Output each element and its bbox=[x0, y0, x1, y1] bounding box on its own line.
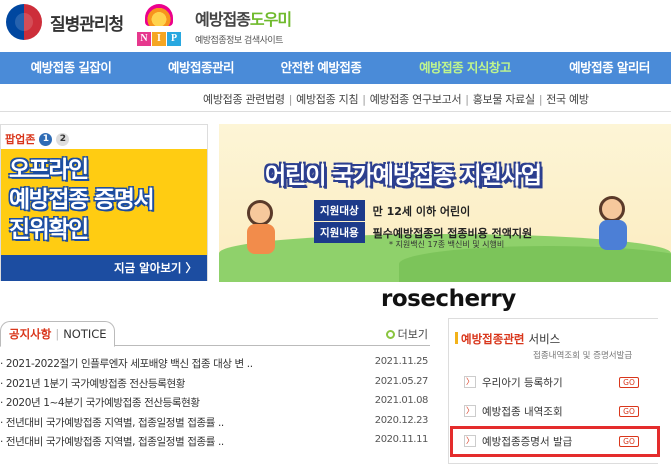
popup-zone-label: 팝업존 bbox=[5, 133, 36, 146]
nav-vaccination-management[interactable]: 예방접종관리 bbox=[142, 52, 260, 84]
popup-more-button[interactable]: 지금 알아보기 〉 bbox=[1, 255, 207, 281]
site-title: 예방접종도우미 bbox=[195, 10, 292, 29]
header: 질병관리청 N I P 예방접종도우미 예방접종정보 검색사이트 bbox=[0, 0, 671, 52]
hero-grass-back bbox=[399, 246, 671, 282]
go-badge: GO bbox=[619, 376, 639, 388]
chevron-right-icon: 〉 bbox=[464, 376, 476, 388]
hero-banner[interactable]: 어린이 국가예방접종 지원사업 지원대상 만 12세 이하 어린이 지원내용 필… bbox=[219, 124, 671, 282]
notice-more-link[interactable]: 더보기 bbox=[385, 326, 428, 342]
nip-letter-n: N bbox=[137, 32, 151, 46]
watermark-text: rosecherry bbox=[381, 286, 516, 312]
subnav-nationwide[interactable]: 전국 예방 bbox=[546, 93, 589, 106]
main-nav: 예방접종 길잡이 예방접종관리 안전한 예방접종 예방접종 지식창고 예방접종 … bbox=[0, 52, 671, 84]
hero-tag-target: 지원대상 bbox=[314, 200, 365, 221]
notice-item[interactable]: · 2021년 1분기 국가예방접종 전산등록현황 2021.05.27 bbox=[0, 376, 430, 396]
nip-logo-link[interactable]: N I P 예방접종도우미 예방접종정보 검색사이트 bbox=[137, 2, 292, 48]
nav-vaccination-notifier[interactable]: 예방접종 알리터 bbox=[548, 52, 671, 84]
nav-vaccination-guide[interactable]: 예방접종 길잡이 bbox=[0, 52, 142, 84]
kdca-emblem-icon bbox=[6, 4, 42, 40]
subnav-research-reports[interactable]: 예방접종 연구보고서 bbox=[370, 93, 462, 106]
girl-illustration-icon bbox=[247, 200, 275, 254]
notice-item[interactable]: · 2021-2022절기 인플루엔자 세포배양 백신 접종 대상 변 .. 20… bbox=[0, 356, 430, 376]
hero-title: 어린이 국가예방접종 지원사업 bbox=[265, 163, 542, 189]
nip-letter-p: P bbox=[167, 32, 181, 46]
nip-sun-icon: N I P bbox=[137, 2, 187, 48]
site-subtitle: 예방접종정보 검색사이트 bbox=[195, 36, 283, 46]
subnav-laws[interactable]: 예방접종 관련법령 bbox=[203, 93, 285, 106]
service-register-baby[interactable]: 〉 우리아기 등록하기 GO bbox=[464, 372, 649, 392]
notice-board: 공지사항 | NOTICE 더보기 · 2021-2022절기 인플루엔자 세포배양… bbox=[0, 318, 430, 464]
services-subtitle: 접종내역조회 및 증명서발급 bbox=[533, 351, 633, 361]
hero-note: * 지원백신 17종 백신비 및 시행비 bbox=[389, 240, 505, 249]
notice-item[interactable]: · 2020년 1~4분기 국가예방접종 전산등록현황 2021.01.08 bbox=[0, 395, 430, 415]
sub-nav: 예방접종 관련법령 | 예방접종 지침 | 예방접종 연구보고서 | 홍보물 자료실 | 전국 … bbox=[0, 84, 671, 112]
popup-page-2[interactable]: 2 bbox=[56, 132, 70, 146]
subnav-promo-materials[interactable]: 홍보물 자료실 bbox=[473, 93, 535, 106]
nav-knowledge-repository[interactable]: 예방접종 지식창고 bbox=[382, 52, 548, 84]
service-history-lookup[interactable]: 〉 예방접종 내역조회 GO bbox=[464, 401, 649, 421]
popup-banner[interactable]: 오프라인 예방접종 증명서 진위확인 지금 알아보기 〉 bbox=[1, 149, 207, 281]
popup-zone: 팝업존 1 2 오프라인 예방접종 증명서 진위확인 지금 알아보기 〉 bbox=[0, 124, 208, 281]
highlight-box bbox=[450, 426, 660, 457]
hero-row-target: 지원대상 만 12세 이하 어린이 bbox=[314, 200, 470, 221]
nip-letter-i: I bbox=[152, 32, 166, 46]
kdca-logo-link[interactable]: 질병관리청 bbox=[6, 4, 124, 40]
boy-illustration-icon bbox=[599, 196, 627, 250]
chevron-right-icon: 〉 bbox=[464, 405, 476, 417]
nav-safe-vaccination[interactable]: 안전한 예방접종 bbox=[260, 52, 382, 84]
subnav-guidelines[interactable]: 예방접종 지침 bbox=[296, 93, 358, 106]
popup-banner-text: 오프라인 예방접종 증명서 진위확인 bbox=[9, 157, 155, 243]
org-name: 질병관리청 bbox=[50, 14, 124, 35]
services-title: 예방접종관련 서비스 bbox=[454, 332, 561, 346]
hero-tag-content: 지원내용 bbox=[314, 222, 365, 243]
notice-item[interactable]: · 전년대비 국가예방접종 지역별, 접종일정별 접종률 .. 2020.11.1… bbox=[0, 434, 430, 454]
plus-circle-icon bbox=[385, 330, 395, 339]
popup-page-1[interactable]: 1 bbox=[39, 132, 53, 146]
notice-item[interactable]: · 전년대비 국가예방접종 지역별, 접종일정별 접종률 .. 2020.12.2… bbox=[0, 415, 430, 435]
tab-notice[interactable]: 공지사항 | NOTICE bbox=[0, 321, 115, 347]
hero-text-target: 만 12세 이하 어린이 bbox=[372, 204, 471, 218]
go-badge: GO bbox=[619, 405, 639, 417]
